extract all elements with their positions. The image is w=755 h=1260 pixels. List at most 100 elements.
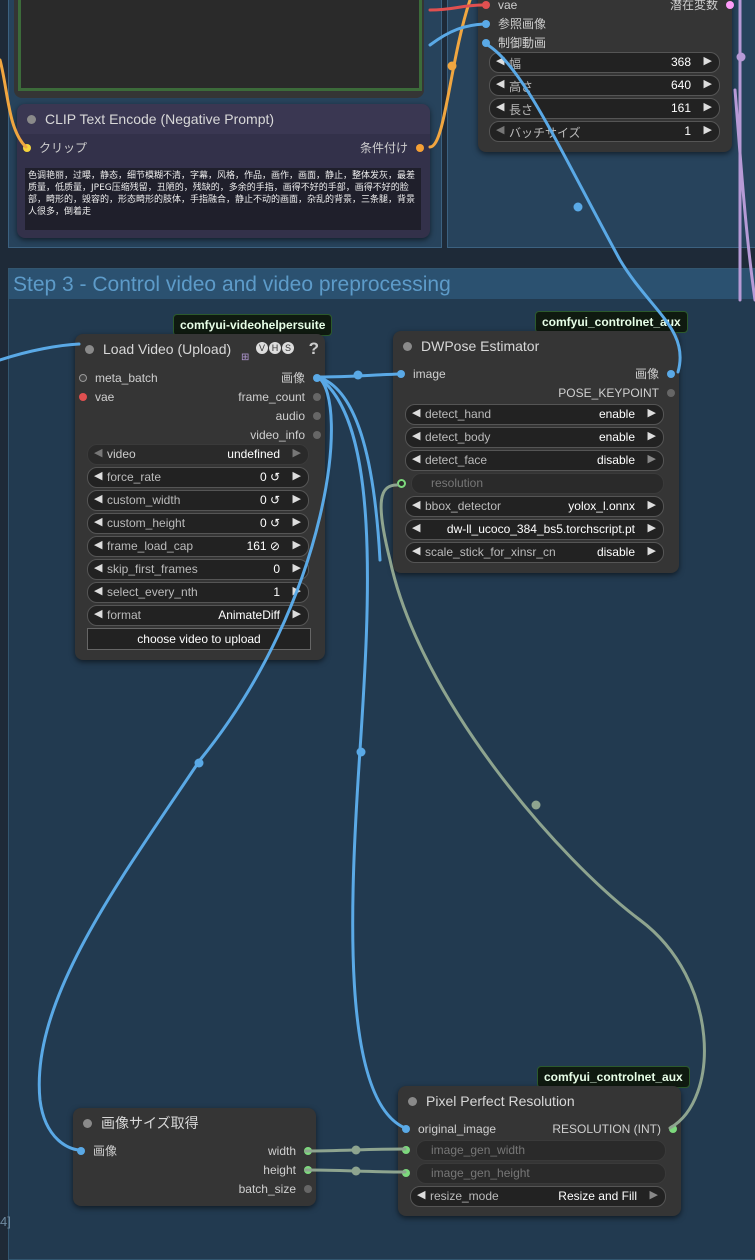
detect-body-widget[interactable]: ◀ detect_body enable ▶ bbox=[405, 427, 664, 448]
increment-arrow-icon[interactable]: ▶ bbox=[293, 492, 301, 505]
scale-stick-widget[interactable]: ◀ scale_stick_for_xinsr_cn disable ▶ bbox=[405, 542, 664, 563]
group-step3-title[interactable]: Step 3 - Control video and video preproc… bbox=[9, 269, 755, 299]
slot-dot-icon[interactable] bbox=[79, 393, 87, 401]
increment-arrow-icon[interactable]: ▶ bbox=[293, 538, 301, 551]
custom-width-widget[interactable]: ◀ custom_width 0 ↺ ▶ bbox=[87, 490, 309, 511]
meta-batch-input-slot[interactable]: meta_batch bbox=[79, 370, 158, 386]
collapse-dot-icon[interactable] bbox=[408, 1097, 417, 1106]
slot-dot-icon[interactable] bbox=[397, 370, 405, 378]
batch-size-output-slot[interactable]: batch_size bbox=[239, 1181, 312, 1197]
get-image-size-node[interactable]: 画像サイズ取得 画像 width height batch_size bbox=[73, 1108, 316, 1206]
increment-arrow-icon[interactable]: ▶ bbox=[704, 100, 712, 113]
decrement-arrow-icon[interactable]: ◀ bbox=[412, 406, 420, 419]
height-widget[interactable]: ◀ 高さ 640 ▶ bbox=[489, 75, 720, 96]
width-output-slot[interactable]: width bbox=[268, 1143, 312, 1159]
width-widget[interactable]: ◀ 幅 368 ▶ bbox=[489, 52, 720, 73]
decrement-arrow-icon[interactable]: ◀ bbox=[94, 584, 102, 597]
decrement-arrow-icon[interactable]: ◀ bbox=[412, 498, 420, 511]
length-widget[interactable]: ◀ 長さ 161 ▶ bbox=[489, 98, 720, 119]
decrement-arrow-icon[interactable]: ◀ bbox=[94, 446, 102, 459]
slot-dot-icon[interactable] bbox=[416, 144, 424, 152]
bbox-detector-widget[interactable]: ◀ bbox_detector yolox_l.onnx ▶ bbox=[405, 496, 664, 517]
pose-keypoint-output-slot[interactable]: POSE_KEYPOINT bbox=[558, 385, 675, 401]
collapse-dot-icon[interactable] bbox=[85, 345, 94, 354]
latent-output-slot[interactable]: 潜在変数 bbox=[670, 0, 734, 13]
image-output-slot[interactable]: 画像 bbox=[635, 366, 675, 382]
increment-arrow-icon[interactable]: ▶ bbox=[293, 515, 301, 528]
batch-size-widget[interactable]: ◀ バッチサイズ 1 ▶ bbox=[489, 121, 720, 142]
pixel-perfect-resolution-node[interactable]: Pixel Perfect Resolution original_image … bbox=[398, 1086, 681, 1216]
increment-arrow-icon[interactable]: ▶ bbox=[704, 54, 712, 67]
image-output-slot[interactable]: 画像 bbox=[281, 370, 321, 386]
slot-dot-icon[interactable] bbox=[402, 1146, 410, 1154]
slot-dot-icon[interactable] bbox=[397, 479, 406, 488]
collapse-dot-icon[interactable] bbox=[27, 115, 36, 124]
decrement-arrow-icon[interactable]: ◀ bbox=[412, 544, 420, 557]
slot-dot-icon[interactable] bbox=[23, 144, 31, 152]
video-widget[interactable]: ◀ video undefined ▶ bbox=[87, 444, 309, 465]
detect-face-widget[interactable]: ◀ detect_face disable ▶ bbox=[405, 450, 664, 471]
format-widget[interactable]: ◀ format AnimateDiff ▶ bbox=[87, 605, 309, 626]
increment-arrow-icon[interactable]: ▶ bbox=[648, 544, 656, 557]
slot-dot-icon[interactable] bbox=[402, 1125, 410, 1133]
audio-output-slot[interactable]: audio bbox=[276, 408, 321, 424]
slot-dot-icon[interactable] bbox=[402, 1169, 410, 1177]
decrement-arrow-icon[interactable]: ◀ bbox=[412, 521, 420, 534]
resize-mode-widget[interactable]: ◀ resize_mode Resize and Fill ▶ bbox=[410, 1186, 666, 1207]
slot-dot-icon[interactable] bbox=[77, 1147, 85, 1155]
clip-input-slot[interactable]: クリップ bbox=[23, 140, 87, 156]
vae-input-slot[interactable]: vae bbox=[482, 0, 517, 13]
decrement-arrow-icon[interactable]: ◀ bbox=[496, 54, 504, 67]
slot-dot-icon[interactable] bbox=[482, 39, 490, 47]
dwpose-estimator-node[interactable]: DWPose Estimator image 画像 POSE_KEYPOINT … bbox=[393, 331, 679, 573]
increment-arrow-icon[interactable]: ▶ bbox=[648, 452, 656, 465]
increment-arrow-icon[interactable]: ▶ bbox=[704, 77, 712, 90]
conditioning-output-slot[interactable]: 条件付け bbox=[360, 140, 424, 156]
slot-dot-icon[interactable] bbox=[304, 1185, 312, 1193]
collapse-dot-icon[interactable] bbox=[403, 342, 412, 351]
slot-dot-icon[interactable] bbox=[669, 1125, 677, 1133]
increment-arrow-icon[interactable]: ▶ bbox=[293, 584, 301, 597]
vae-input-slot[interactable]: vae bbox=[79, 389, 114, 405]
decrement-arrow-icon[interactable]: ◀ bbox=[94, 515, 102, 528]
decrement-arrow-icon[interactable]: ◀ bbox=[496, 123, 504, 136]
increment-arrow-icon[interactable]: ▶ bbox=[293, 446, 301, 459]
slot-dot-icon[interactable] bbox=[313, 374, 321, 382]
increment-arrow-icon[interactable]: ▶ bbox=[650, 1188, 658, 1201]
increment-arrow-icon[interactable]: ▶ bbox=[293, 561, 301, 574]
decrement-arrow-icon[interactable]: ◀ bbox=[412, 429, 420, 442]
slot-dot-icon[interactable] bbox=[313, 393, 321, 401]
control-video-input-slot[interactable]: 制御動画 bbox=[482, 35, 546, 51]
slot-dot-icon[interactable] bbox=[667, 389, 675, 397]
decrement-arrow-icon[interactable]: ◀ bbox=[496, 100, 504, 113]
increment-arrow-icon[interactable]: ▶ bbox=[648, 521, 656, 534]
pixel-perfect-header[interactable]: Pixel Perfect Resolution bbox=[398, 1086, 681, 1116]
slot-dot-icon[interactable] bbox=[726, 1, 734, 9]
decrement-arrow-icon[interactable]: ◀ bbox=[412, 452, 420, 465]
custom-height-widget[interactable]: ◀ custom_height 0 ↺ ▶ bbox=[87, 513, 309, 534]
select-every-nth-widget[interactable]: ◀ select_every_nth 1 ▶ bbox=[87, 582, 309, 603]
slot-dot-icon[interactable] bbox=[667, 370, 675, 378]
video-info-output-slot[interactable]: video_info bbox=[250, 427, 321, 443]
latent-video-node[interactable]: vae 参照画像 制御動画 潜在変数 ◀ 幅 368 ▶ ◀ 高さ 640 ▶ … bbox=[478, 0, 734, 152]
increment-arrow-icon[interactable]: ▶ bbox=[293, 607, 301, 620]
slot-dot-icon[interactable] bbox=[79, 374, 87, 382]
help-icon[interactable]: ? bbox=[309, 334, 319, 364]
decrement-arrow-icon[interactable]: ◀ bbox=[94, 538, 102, 551]
decrement-arrow-icon[interactable]: ◀ bbox=[94, 561, 102, 574]
load-video-node[interactable]: Load Video (Upload) ⊞ V H S ? meta_batch… bbox=[75, 334, 325, 660]
collapse-dot-icon[interactable] bbox=[83, 1119, 92, 1128]
negative-prompt-textarea[interactable]: 色调艳丽，过曝，静态，细节模糊不清，字幕，风格，作品，画作，画面，静止，整体发灰… bbox=[25, 168, 421, 230]
decrement-arrow-icon[interactable]: ◀ bbox=[94, 492, 102, 505]
detect-hand-widget[interactable]: ◀ detect_hand enable ▶ bbox=[405, 404, 664, 425]
image-gen-height-widget[interactable]: image_gen_height bbox=[416, 1163, 666, 1184]
increment-arrow-icon[interactable]: ▶ bbox=[648, 429, 656, 442]
slot-dot-icon[interactable] bbox=[304, 1147, 312, 1155]
video-preview-node[interactable] bbox=[14, 0, 424, 98]
reference-image-input-slot[interactable]: 参照画像 bbox=[482, 16, 546, 32]
decrement-arrow-icon[interactable]: ◀ bbox=[496, 77, 504, 90]
decrement-arrow-icon[interactable]: ◀ bbox=[417, 1188, 425, 1201]
clip-text-encode-node[interactable]: CLIP Text Encode (Negative Prompt) クリップ … bbox=[17, 104, 430, 238]
clip-node-header[interactable]: CLIP Text Encode (Negative Prompt) bbox=[17, 104, 430, 134]
decrement-arrow-icon[interactable]: ◀ bbox=[94, 469, 102, 482]
